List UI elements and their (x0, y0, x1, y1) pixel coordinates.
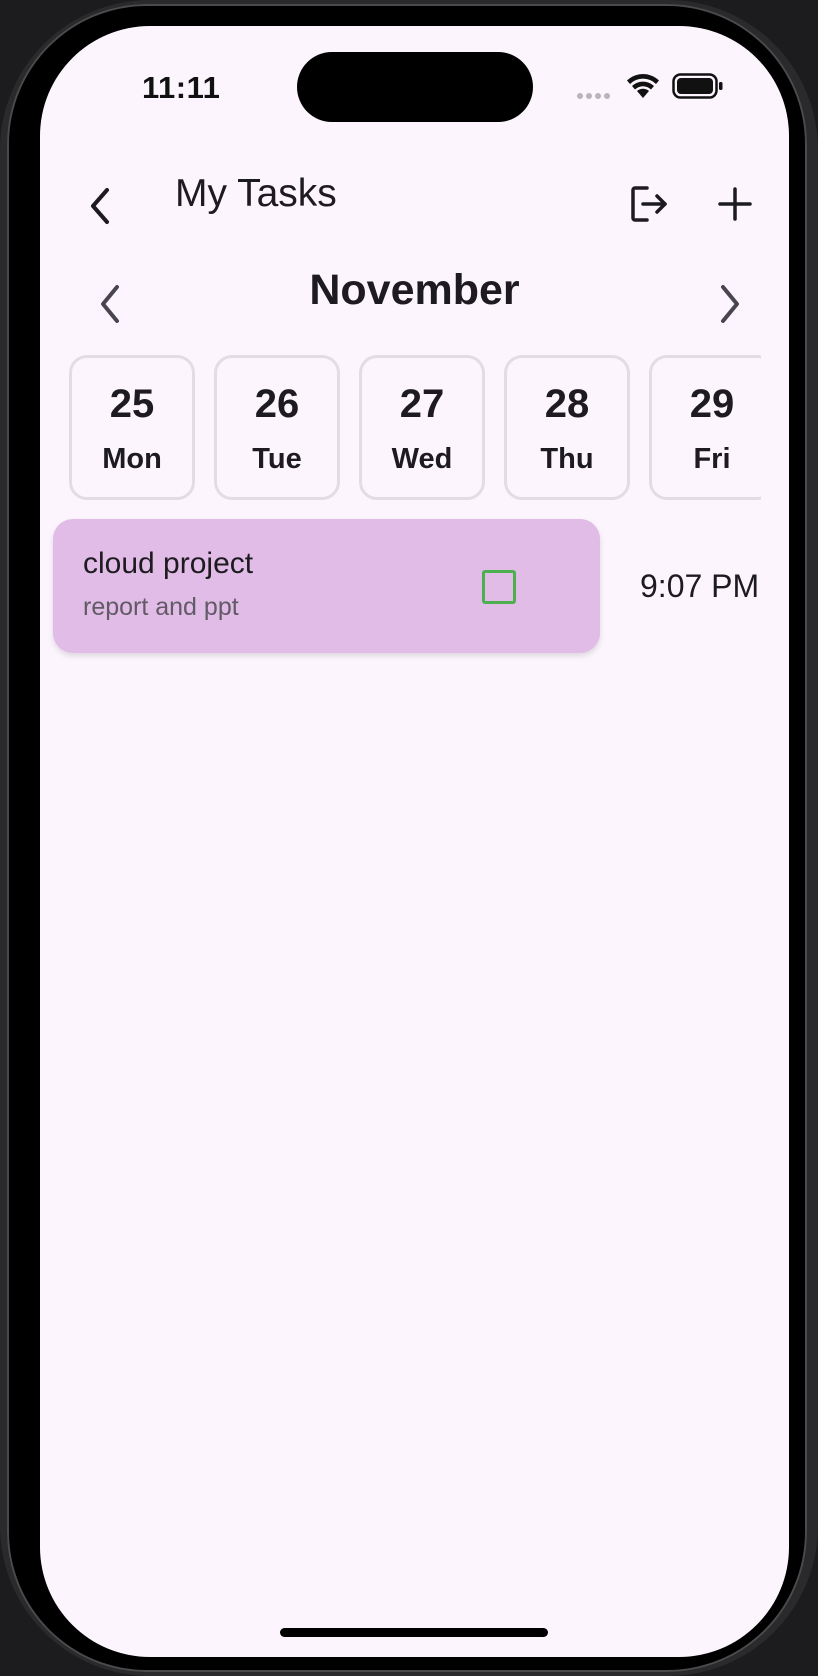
day-card[interactable]: 26 Tue (214, 355, 340, 500)
task-description: report and ppt (83, 593, 239, 621)
day-name: Fri (693, 443, 731, 475)
day-card[interactable]: 28 Thu (504, 355, 630, 500)
day-number: 26 (254, 382, 300, 426)
next-month-button[interactable] (700, 274, 760, 334)
day-selector[interactable]: 25 Mon 26 Tue 27 Wed 28 Thu 29 Fri (69, 355, 761, 505)
chevron-right-icon (721, 285, 739, 323)
status-time: 11:11 (142, 70, 221, 105)
task-title: cloud project (83, 547, 254, 580)
task-time: 9:07 PM (640, 568, 760, 604)
day-name: Thu (540, 443, 594, 475)
chevron-left-icon (91, 188, 109, 224)
task-card[interactable]: cloud project report and ppt (53, 519, 600, 653)
day-name: Tue (252, 443, 302, 475)
plus-icon (718, 187, 752, 221)
day-number: 29 (689, 382, 735, 426)
day-card[interactable]: 27 Wed (359, 355, 485, 500)
home-indicator (280, 1628, 548, 1637)
day-number: 27 (399, 382, 445, 426)
add-task-button[interactable] (705, 174, 765, 234)
cellular-signal-icon (577, 93, 610, 99)
day-card[interactable]: 25 Mon (69, 355, 195, 500)
day-card[interactable]: 29 Fri (649, 355, 761, 500)
day-number: 28 (544, 382, 590, 426)
day-name: Mon (102, 443, 162, 475)
day-name: Wed (391, 443, 453, 475)
page-title: My Tasks (175, 172, 337, 215)
day-number: 25 (109, 382, 155, 426)
phone-frame: 11:11 My Tasks November 25 Mon 26 Tue 27… (0, 0, 818, 1676)
month-label: November (309, 266, 520, 314)
app-screen: 11:11 My Tasks November 25 Mon 26 Tue 27… (40, 26, 789, 1657)
dynamic-island (297, 52, 533, 122)
wifi-icon (627, 74, 659, 98)
logout-icon (631, 186, 667, 222)
logout-button[interactable] (620, 174, 680, 234)
task-complete-checkbox[interactable] (482, 570, 516, 604)
phone-bezel: 11:11 My Tasks November 25 Mon 26 Tue 27… (7, 4, 807, 1672)
battery-icon (672, 73, 723, 99)
back-button[interactable] (70, 176, 130, 236)
